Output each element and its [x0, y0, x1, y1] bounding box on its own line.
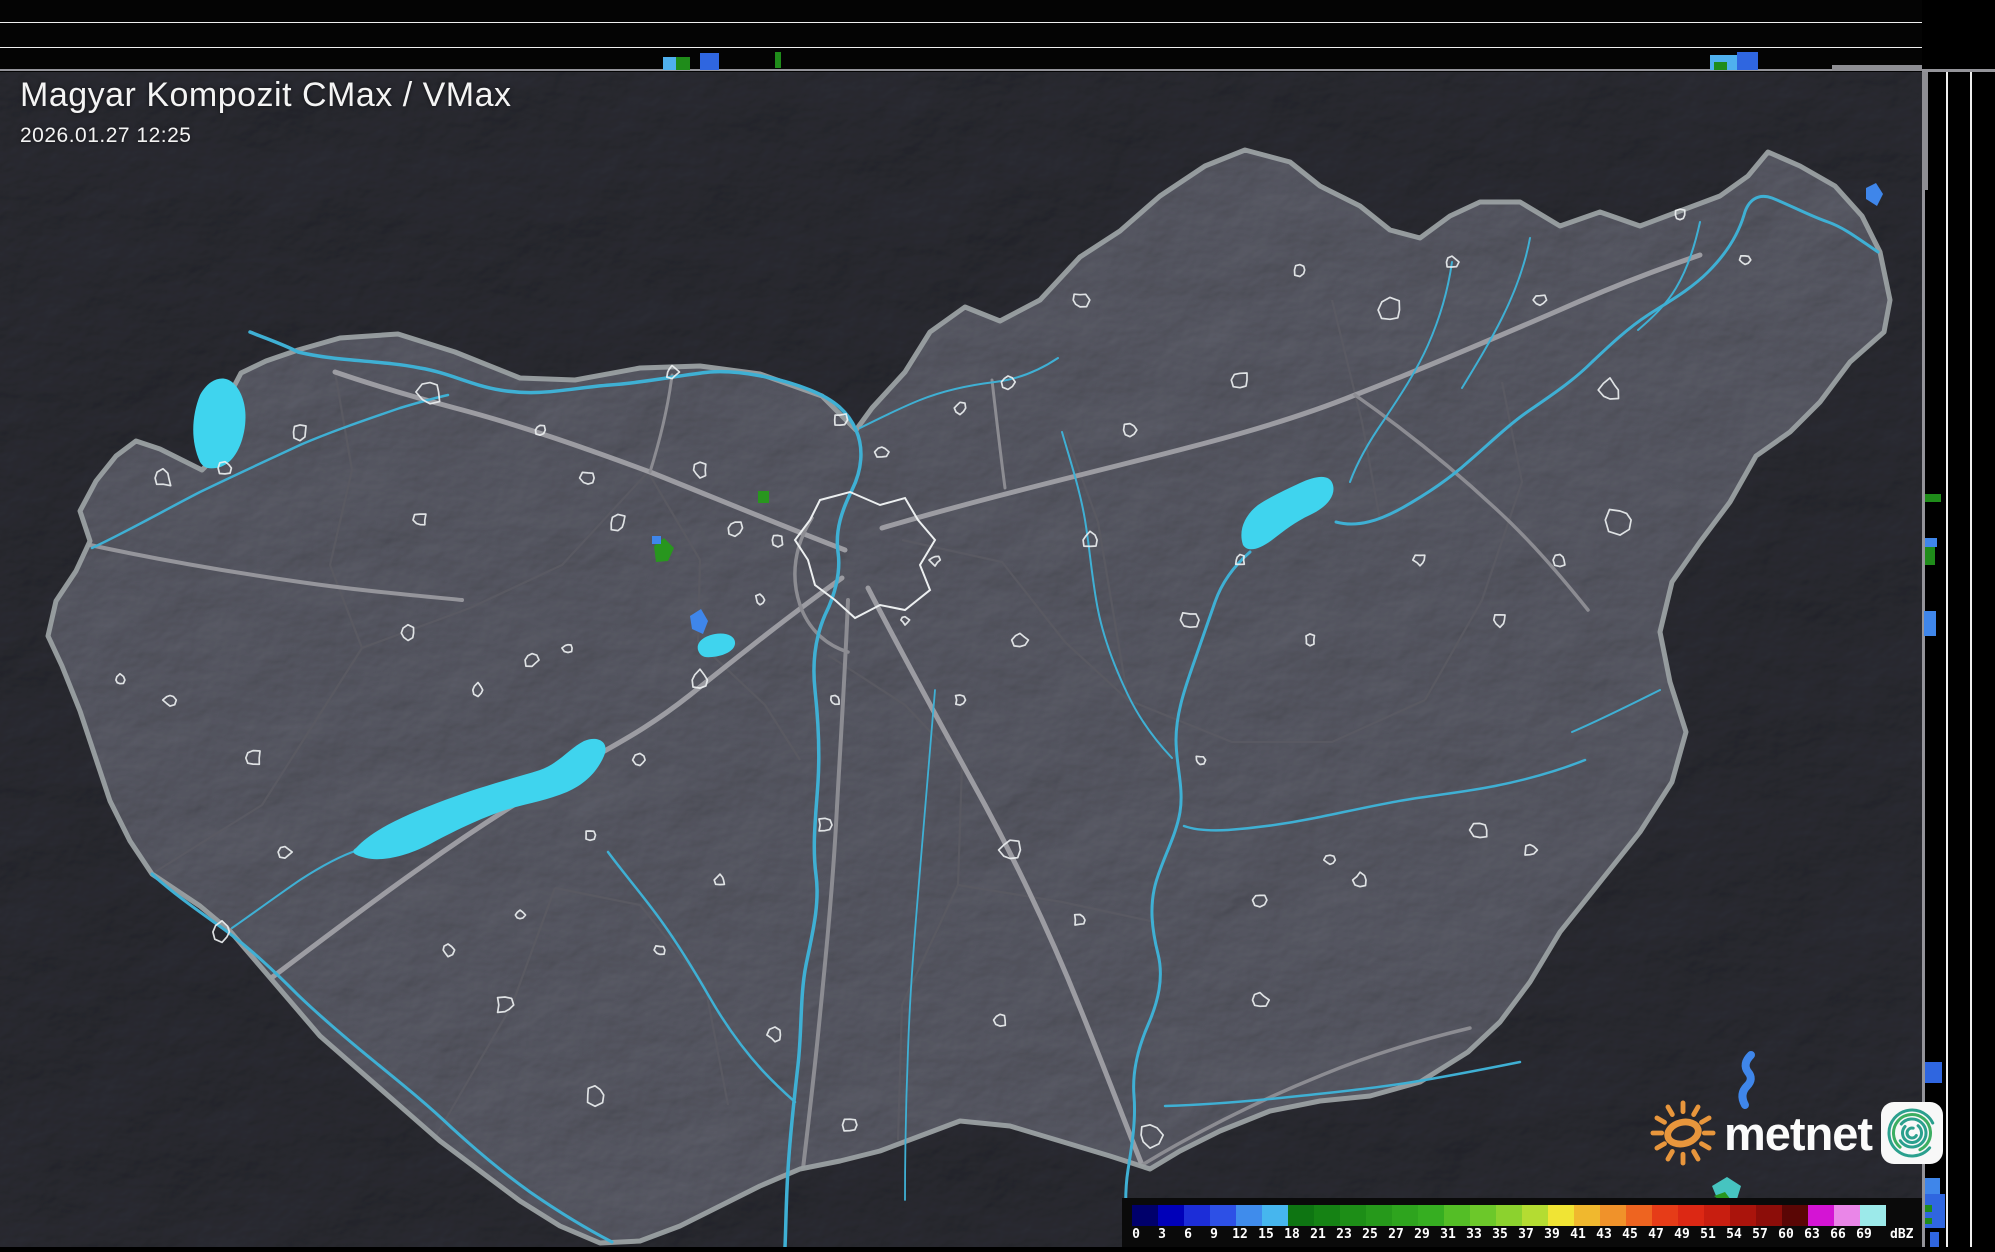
dbz-legend: 0 3 6 9 12 15 18 21 23 25 27 29 31 33 35 37 39 41 43 45 47 49… [1122, 1198, 1922, 1247]
legend-swatch [1626, 1205, 1652, 1226]
legend-tick-label: 21 [1310, 1227, 1326, 1242]
metnet-app-icon [1881, 1102, 1944, 1164]
gridline-10km-vertical [1970, 72, 1972, 1247]
legend-tick-label: 37 [1518, 1227, 1534, 1242]
legend-swatch [1730, 1205, 1756, 1226]
legend-tick-label: 57 [1752, 1227, 1768, 1242]
radar-map [0, 0, 1922, 1249]
legend-swatch [1392, 1205, 1418, 1226]
legend-swatch [1522, 1205, 1548, 1226]
legend-tick-label: 15 [1258, 1227, 1274, 1242]
legend-tick-label: 31 [1440, 1227, 1456, 1242]
radar-echo [652, 536, 661, 544]
legend-tick-label: 12 [1232, 1227, 1248, 1242]
legend-tick-label: 47 [1648, 1227, 1664, 1242]
profile-echo [1924, 611, 1936, 636]
legend-tick-label: 6 [1184, 1227, 1192, 1242]
profile-echo [1925, 547, 1935, 565]
legend-unit-label: dBZ [1890, 1227, 1914, 1242]
logo-wordmark: metnet [1724, 1106, 1873, 1160]
legend-tick-label: 69 [1856, 1227, 1872, 1242]
legend-tick-label: 45 [1622, 1227, 1638, 1242]
legend-swatch [1262, 1205, 1288, 1226]
legend-swatch [1132, 1205, 1158, 1226]
legend-swatch [1704, 1205, 1730, 1226]
top-height-profile-panel [0, 0, 1922, 72]
terrain-segment [1832, 65, 1922, 71]
terrain-segment [1922, 72, 1928, 190]
legend-tick-label: 29 [1414, 1227, 1430, 1242]
legend-tick-label: 63 [1804, 1227, 1820, 1242]
legend-swatch [1600, 1205, 1626, 1226]
legend-tick-label: 54 [1726, 1227, 1742, 1242]
profile-echo [1925, 1218, 1932, 1224]
legend-tick-label: 27 [1388, 1227, 1404, 1242]
radar-echo [758, 491, 769, 503]
profile-echo [700, 53, 719, 70]
legend-tick-label: 60 [1778, 1227, 1794, 1242]
right-height-profile-panel [1922, 72, 1995, 1247]
legend-swatch [1756, 1205, 1782, 1226]
legend-tick-label: 0 [1132, 1227, 1140, 1242]
legend-swatch [1158, 1205, 1184, 1226]
profile-echo [1737, 52, 1758, 70]
legend-tick-label: 9 [1210, 1227, 1218, 1242]
legend-swatch [1184, 1205, 1210, 1226]
legend-swatch [1366, 1205, 1392, 1226]
map-svg [0, 0, 1922, 1249]
ground-line [0, 69, 1922, 71]
legend-swatch [1782, 1205, 1808, 1226]
legend-tick-label: 33 [1466, 1227, 1482, 1242]
legend-tick-label: 23 [1336, 1227, 1352, 1242]
profile-echo [1925, 494, 1941, 502]
profile-echo [676, 57, 690, 70]
profile-echo [1925, 1178, 1940, 1194]
legend-swatch [1496, 1205, 1522, 1226]
profile-echo [1925, 538, 1937, 547]
legend-swatch [1470, 1205, 1496, 1226]
legend-tick-label: 66 [1830, 1227, 1846, 1242]
legend-swatch [1418, 1205, 1444, 1226]
legend-tick-label: 41 [1570, 1227, 1586, 1242]
legend-swatch [1314, 1205, 1340, 1226]
legend-tick-label: 25 [1362, 1227, 1378, 1242]
profile-echo [1925, 1205, 1932, 1212]
profile-echo [1714, 62, 1727, 70]
profile-echo [1930, 1232, 1939, 1247]
legend-tick-label: 18 [1284, 1227, 1300, 1242]
profile-echo [663, 57, 676, 70]
metnet-logo: metnet [1650, 1100, 1944, 1166]
legend-swatch [1210, 1205, 1236, 1226]
profile-echo [775, 52, 781, 68]
legend-tick-label: 51 [1700, 1227, 1716, 1242]
legend-tick-label: 39 [1544, 1227, 1560, 1242]
legend-tick-label: 49 [1674, 1227, 1690, 1242]
gridline-5km-vertical [1946, 72, 1948, 1247]
legend-swatch [1678, 1205, 1704, 1226]
legend-tick-label: 3 [1158, 1227, 1166, 1242]
header: Magyar Kompozit CMax / VMax 2026.01.27 1… [20, 76, 512, 148]
legend-swatch [1288, 1205, 1314, 1226]
profile-echo [1925, 1062, 1942, 1083]
legend-tick-label: 43 [1596, 1227, 1612, 1242]
legend-swatch [1574, 1205, 1600, 1226]
legend-swatch [1808, 1205, 1834, 1226]
timestamp: 2026.01.27 12:25 [20, 124, 192, 147]
legend-swatch [1834, 1205, 1860, 1226]
legend-tick-label: 35 [1492, 1227, 1508, 1242]
gridline-10km [0, 22, 1922, 23]
legend-swatch [1340, 1205, 1366, 1226]
gridline-5km [0, 47, 1922, 48]
legend-swatch [1652, 1205, 1678, 1226]
page-title: Magyar Kompozit CMax / VMax [20, 76, 512, 114]
legend-swatch [1860, 1205, 1886, 1226]
legend-swatch [1548, 1205, 1574, 1226]
legend-swatch [1236, 1205, 1262, 1226]
radar-app: { "header": { "title": "Magyar Kompozit … [0, 0, 1995, 1249]
legend-swatch [1444, 1205, 1470, 1226]
sun-icon [1650, 1100, 1716, 1166]
